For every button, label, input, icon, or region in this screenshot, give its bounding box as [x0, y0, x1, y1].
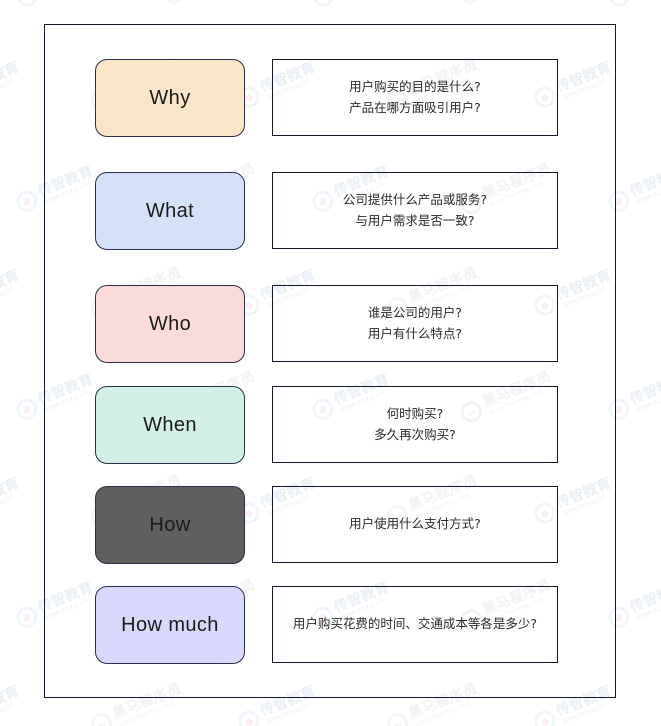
diagram-row-why: Why 用户购买的目的是什么? 产品在哪方面吸引用户?: [0, 59, 661, 159]
diagram-rows: Why 用户购买的目的是什么? 产品在哪方面吸引用户? What 公司提供什么产品或服…: [0, 0, 661, 726]
diagram-row-who: Who 谁是公司的用户? 用户有什么特点?: [0, 285, 661, 385]
label-box-who[interactable]: Who: [95, 285, 245, 363]
label-box-what[interactable]: What: [95, 172, 245, 250]
question-text: 谁是公司的用户? 用户有什么特点?: [367, 304, 463, 341]
question-text: 用户购买的目的是什么? 产品在哪方面吸引用户?: [349, 78, 481, 115]
question-box-how[interactable]: 用户使用什么支付方式?: [272, 486, 558, 563]
diagram-row-when: When 何时购买? 多久再次购买?: [0, 386, 661, 486]
question-box-how-much[interactable]: 用户购买花费的时间、交通成本等各是多少?: [272, 586, 558, 663]
label-box-how-much[interactable]: How much: [95, 586, 245, 664]
question-box-who[interactable]: 谁是公司的用户? 用户有什么特点?: [272, 285, 558, 362]
question-text: 用户购买花费的时间、交通成本等各是多少?: [292, 616, 538, 632]
question-text: 何时购买? 多久再次购买?: [374, 405, 456, 442]
question-box-when[interactable]: 何时购买? 多久再次购买?: [272, 386, 558, 463]
label-box-how[interactable]: How: [95, 486, 245, 564]
diagram-row-what: What 公司提供什么产品或服务? 与用户需求是否一致?: [0, 172, 661, 272]
label-text: Who: [148, 312, 192, 335]
label-text: When: [143, 413, 197, 436]
label-text: Why: [149, 86, 191, 109]
question-text: 公司提供什么产品或服务? 与用户需求是否一致?: [342, 191, 488, 228]
diagram-row-how: How 用户使用什么支付方式?: [0, 486, 661, 586]
label-text: How much: [121, 613, 219, 636]
question-box-what[interactable]: 公司提供什么产品或服务? 与用户需求是否一致?: [272, 172, 558, 249]
question-text: 用户使用什么支付方式?: [349, 516, 481, 532]
label-text: What: [145, 199, 195, 222]
question-box-why[interactable]: 用户购买的目的是什么? 产品在哪方面吸引用户?: [272, 59, 558, 136]
label-box-when[interactable]: When: [95, 386, 245, 464]
diagram-row-how-much: How much 用户购买花费的时间、交通成本等各是多少?: [0, 586, 661, 686]
label-text: How: [149, 513, 191, 536]
label-box-why[interactable]: Why: [95, 59, 245, 137]
